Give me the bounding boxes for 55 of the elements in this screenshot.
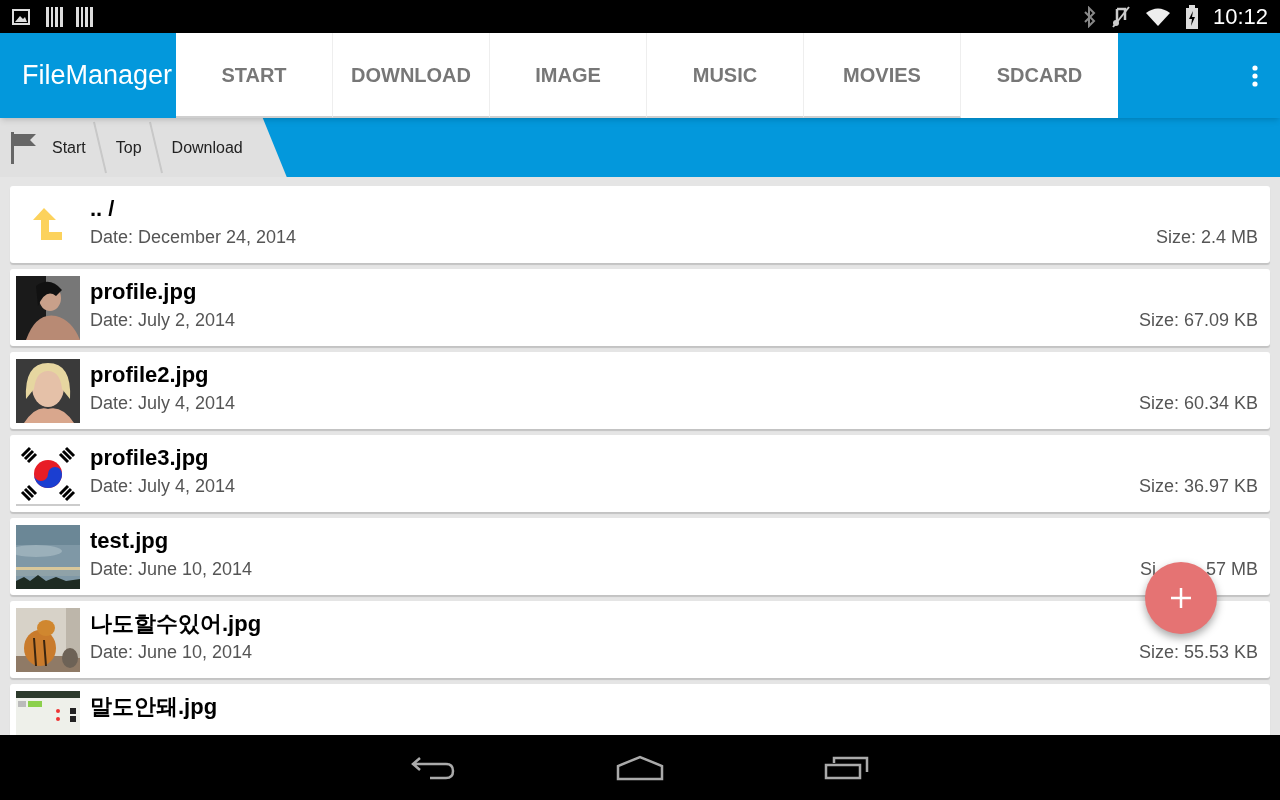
tab[interactable]: START: [176, 33, 333, 118]
file-size: Size: 2.4 MB: [1155, 226, 1258, 249]
file-date: Date: December 24, 2014: [90, 226, 297, 249]
back-icon: [410, 754, 456, 781]
barcode-icon: [46, 6, 64, 27]
home-icon: [616, 754, 664, 781]
file-name: .. /: [90, 195, 116, 223]
file-name: profile.jpg: [90, 278, 198, 306]
plus-icon: [1170, 587, 1192, 609]
file-size: Size: 36.97 KB: [1138, 475, 1258, 498]
file-row[interactable]: .. / Date: December 24, 2014 Size: 2.4 MB: [10, 186, 1270, 263]
file-row[interactable]: profile.jpg Date: July 2, 2014 Size: 67.09 KB: [10, 269, 1270, 346]
file-size: Si: [1139, 558, 1156, 581]
tab[interactable]: MUSIC: [647, 33, 804, 118]
recent-apps-button[interactable]: [824, 754, 870, 781]
file-size: Size: 55.53 KB: [1138, 641, 1258, 664]
file-row[interactable]: 나도할수있어.jpg Date: June 10, 2014 Size: 55.53 KB: [10, 601, 1270, 678]
file-name: test.jpg: [90, 527, 170, 555]
tab[interactable]: MOVIES: [804, 33, 961, 118]
clock-time: 10:12: [1212, 3, 1268, 31]
file-date: Date: June 10, 2014: [90, 558, 253, 581]
bluetooth-icon: [1082, 5, 1097, 28]
breadcrumb-item[interactable]: Top: [111, 135, 146, 160]
breadcrumb-item[interactable]: Start: [48, 135, 90, 160]
file-row[interactable]: profile3.jpg Date: July 4, 2014 Size: 36.97 KB: [10, 435, 1270, 512]
mute-icon: [1110, 5, 1131, 28]
file-size: Size: 60.34 KB: [1138, 392, 1258, 415]
up-arrow-icon: [32, 208, 64, 242]
tab[interactable]: IMAGE: [490, 33, 647, 118]
battery-icon: [1184, 4, 1199, 29]
file-date: Date: June 10, 2014: [90, 641, 253, 664]
image-icon: [12, 8, 30, 25]
file-row[interactable]: 말도안돼.jpg: [10, 684, 1270, 735]
barcode-icon: [76, 6, 94, 27]
flag-icon: [10, 131, 38, 164]
file-name: 나도할수있어.jpg: [90, 610, 263, 638]
recent-apps-icon: [824, 754, 870, 781]
file-row[interactable]: profile2.jpg Date: July 4, 2014 Size: 60.34 KB: [10, 352, 1270, 429]
file-date: Date: July 4, 2014: [90, 475, 236, 498]
file-name: 말도안돼.jpg: [90, 693, 219, 721]
file-date: Date: July 2, 2014: [90, 309, 236, 332]
wifi-icon: [1144, 6, 1171, 27]
file-date: Date: July 4, 2014: [90, 392, 236, 415]
file-size: 57 MB: [1205, 558, 1258, 581]
more-menu-button[interactable]: [1252, 64, 1258, 87]
app-title: FileManager: [21, 59, 174, 93]
file-size: Size: 67.09 KB: [1138, 309, 1258, 332]
file-name: profile3.jpg: [90, 444, 210, 472]
file-name: profile2.jpg: [90, 361, 210, 389]
overflow-icon: [1252, 64, 1258, 87]
tab[interactable]: DOWNLOAD: [333, 33, 490, 118]
back-button[interactable]: [410, 754, 456, 781]
home-button[interactable]: [616, 754, 664, 781]
file-row[interactable]: test.jpg Date: June 10, 2014 Si 57 MB: [10, 518, 1270, 595]
breadcrumb-item[interactable]: Download: [167, 135, 247, 160]
